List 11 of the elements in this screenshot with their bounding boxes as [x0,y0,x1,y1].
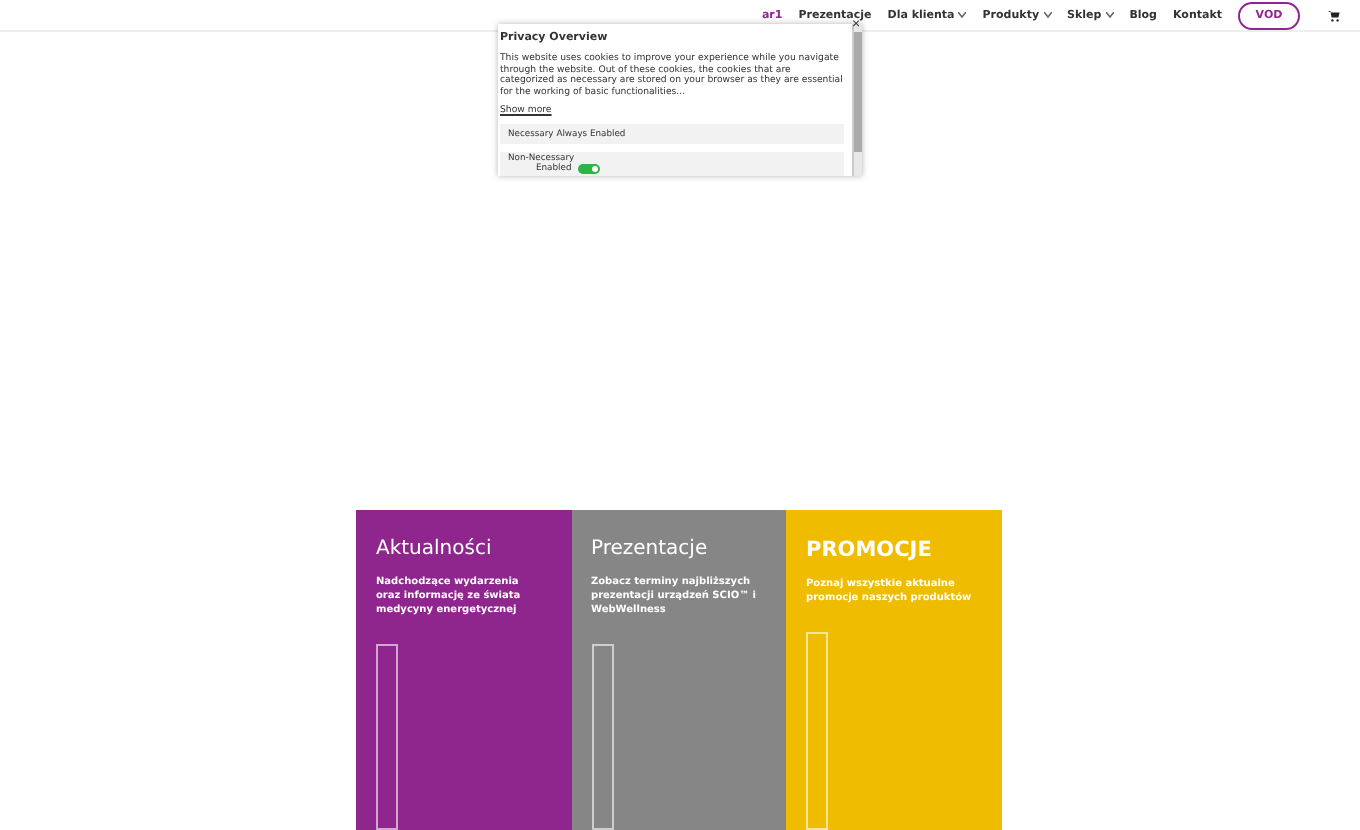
caret-icon [958,12,967,18]
caret-icon [1043,12,1052,18]
card-button-outline[interactable] [376,644,398,830]
cart-icon[interactable] [1328,9,1340,21]
toggle-switch[interactable] [578,164,601,175]
caret-icon [1105,12,1114,18]
card-title: PROMOCJE [806,538,934,562]
scrollbar[interactable] [852,24,862,176]
card-title: Aktualności [376,538,494,560]
card-title: Prezentacje [591,538,710,560]
card-button-outline[interactable] [591,644,613,830]
